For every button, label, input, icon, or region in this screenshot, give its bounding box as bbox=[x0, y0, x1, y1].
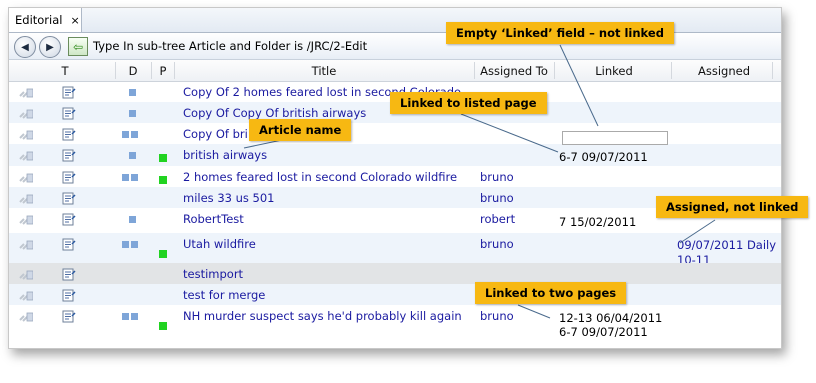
callout-arrows bbox=[243, 44, 716, 319]
arrow-line bbox=[243, 139, 283, 149]
callout-article-name: Article name bbox=[249, 119, 352, 141]
arrow-line bbox=[517, 304, 551, 319]
arrow-line bbox=[679, 219, 716, 244]
callout-linked-listed: Linked to listed page bbox=[390, 92, 547, 114]
arrow-line bbox=[460, 113, 559, 153]
arrow-line bbox=[559, 44, 599, 127]
callout-linked-two: Linked to two pages bbox=[475, 282, 627, 304]
callout-assigned-not-linked: Assigned, not linked bbox=[656, 196, 809, 218]
callout-empty-linked: Empty ‘Linked’ field – not linked bbox=[446, 22, 674, 44]
